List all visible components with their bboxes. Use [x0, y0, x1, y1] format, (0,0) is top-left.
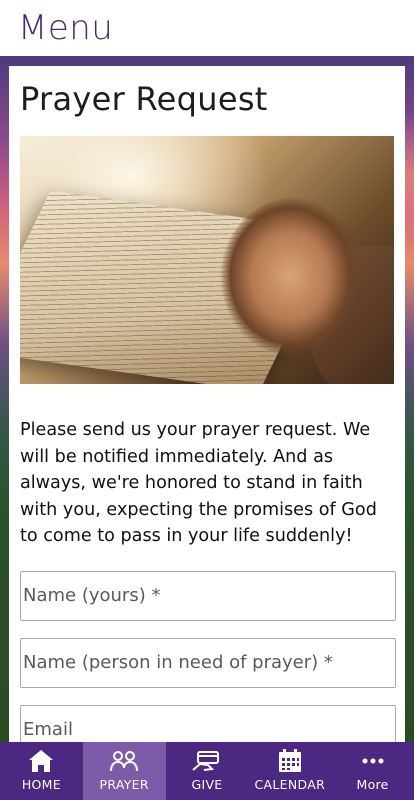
page-title: Prayer Request	[20, 80, 268, 118]
give-icon	[192, 747, 222, 775]
bottom-tab-bar: HOME PRAYER GIVE CALENDAR More	[0, 742, 414, 800]
more-icon	[362, 747, 384, 775]
tab-home[interactable]: HOME	[0, 742, 83, 800]
calendar-icon	[278, 747, 302, 775]
content-card: Prayer Request Please send us your praye…	[9, 66, 405, 766]
prayer-icon	[109, 747, 139, 775]
name-yours-input[interactable]	[20, 570, 396, 621]
tab-give[interactable]: GIVE	[166, 742, 249, 800]
hero-image-praying-hands-bible	[20, 136, 394, 384]
app-header: Menu	[0, 0, 414, 56]
tab-label: More	[356, 777, 389, 792]
tab-more[interactable]: More	[331, 742, 414, 800]
home-icon	[28, 747, 54, 775]
tab-label: PRAYER	[99, 777, 149, 792]
tab-prayer[interactable]: PRAYER	[82, 742, 166, 800]
prayer-description: Please send us your prayer request. We w…	[20, 420, 377, 546]
tab-label: GIVE	[191, 777, 223, 792]
tab-label: CALENDAR	[254, 777, 326, 792]
tab-label: HOME	[21, 777, 61, 792]
name-person-input[interactable]	[20, 637, 396, 688]
menu-title[interactable]: Menu	[18, 8, 113, 48]
tab-calendar[interactable]: CALENDAR	[248, 742, 331, 800]
